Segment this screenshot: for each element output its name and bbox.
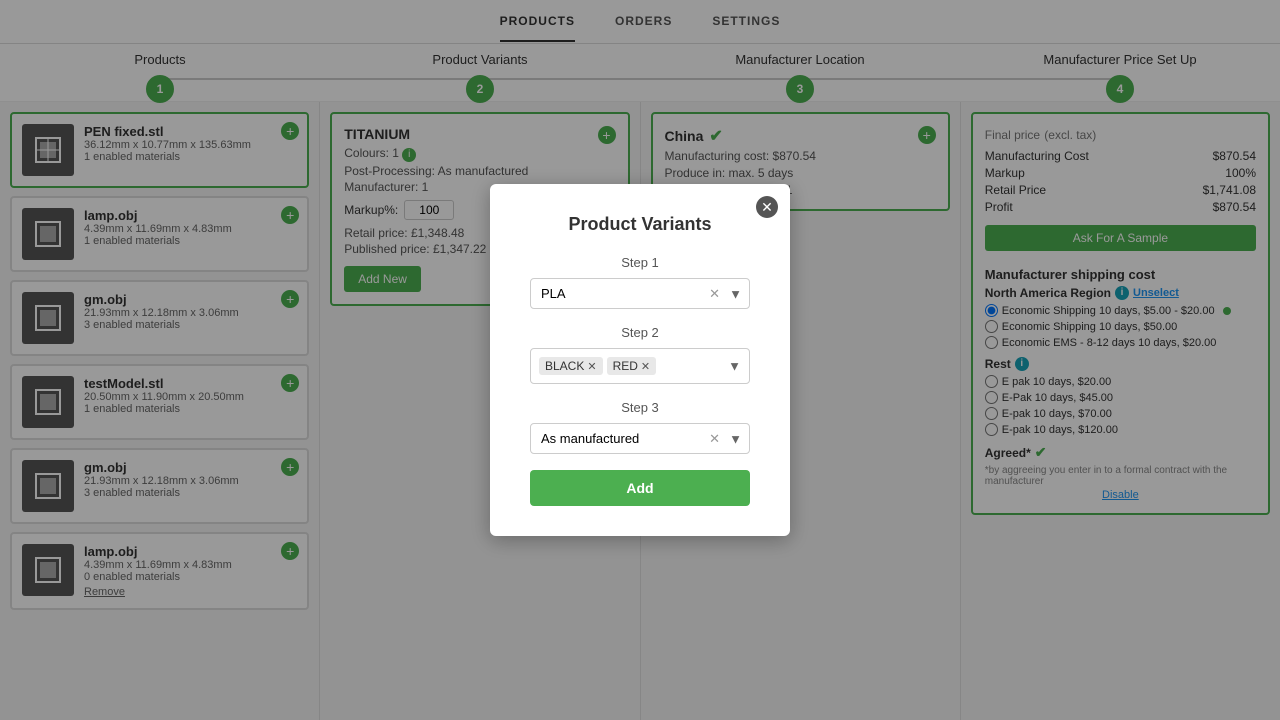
tag-red: RED ✕ [607, 357, 657, 375]
product-variants-modal: ✕ Product Variants Step 1 PLA ✕ ▼ Step 2… [490, 184, 790, 536]
modal-step3-label: Step 3 [530, 400, 750, 415]
modal-close-button[interactable]: ✕ [756, 196, 778, 218]
tag-black-remove[interactable]: ✕ [587, 360, 596, 373]
modal-step1-clear[interactable]: ✕ [709, 286, 720, 302]
tag-red-remove[interactable]: ✕ [641, 360, 650, 373]
modal-step2-label: Step 2 [530, 325, 750, 340]
modal-step3-clear[interactable]: ✕ [709, 431, 720, 447]
modal-overlay[interactable]: ✕ Product Variants Step 1 PLA ✕ ▼ Step 2… [0, 0, 1280, 720]
tag-black-label: BLACK [545, 359, 584, 373]
tag-red-label: RED [613, 359, 638, 373]
modal-step3-wrapper: As manufactured ✕ ▼ [530, 423, 750, 454]
modal-title: Product Variants [530, 214, 750, 235]
modal-add-button[interactable]: Add [530, 470, 750, 506]
tag-black: BLACK ✕ [539, 357, 603, 375]
tags-dropdown-arrow[interactable]: ▼ [728, 359, 741, 374]
modal-step1-label: Step 1 [530, 255, 750, 270]
modal-step1-wrapper: PLA ✕ ▼ [530, 278, 750, 309]
modal-step2-tags[interactable]: BLACK ✕ RED ✕ ▼ [530, 348, 750, 384]
